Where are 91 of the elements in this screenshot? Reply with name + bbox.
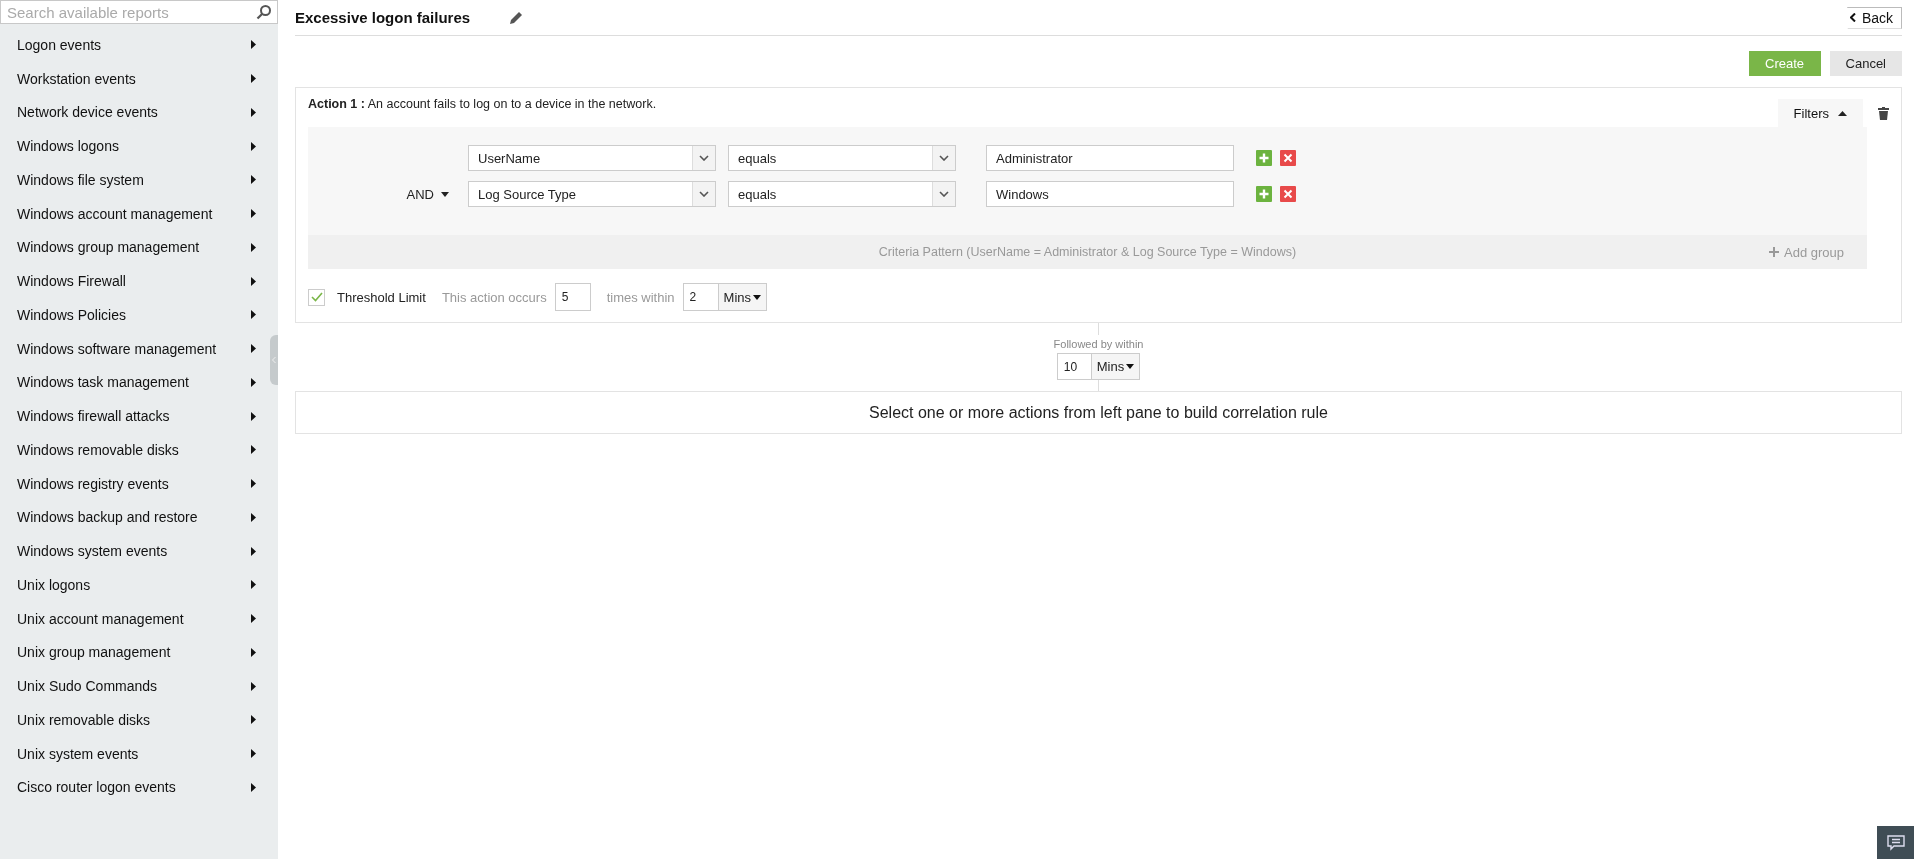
- caret-right-icon: [251, 580, 256, 590]
- caret-right-icon: [251, 344, 256, 354]
- caret-right-icon: [251, 141, 256, 151]
- sidebar-item[interactable]: Workstation events: [0, 61, 272, 96]
- caret-down-icon: [441, 191, 449, 197]
- duration-field[interactable]: 2: [682, 283, 719, 311]
- chevron-down-icon: [939, 191, 949, 197]
- sidebar-item[interactable]: Windows software management: [0, 331, 272, 366]
- sidebar-item[interactable]: Unix group management: [0, 635, 272, 670]
- count-field[interactable]: 5: [554, 283, 591, 311]
- collapse-handle[interactable]: [270, 335, 278, 385]
- caret-right-icon: [251, 411, 256, 421]
- caret-right-icon: [251, 445, 256, 455]
- caret-right-icon: [251, 647, 256, 657]
- occurs-label: This action occurs: [441, 289, 547, 305]
- within-label: times within: [606, 289, 675, 305]
- caret-right-icon: [251, 715, 256, 725]
- chevron-left-icon: [1849, 13, 1856, 22]
- caret-right-icon: [251, 74, 256, 84]
- caret-right-icon: [251, 175, 256, 185]
- cancel-button[interactable]: Cancel: [1829, 51, 1902, 76]
- caret-right-icon: [251, 614, 256, 624]
- criteria-pattern: Criteria Pattern (UserName = Administrator & Log Source Type = Windows): [878, 245, 1297, 259]
- remove-icon[interactable]: [1280, 150, 1296, 166]
- sidebar-item[interactable]: Unix Sudo Commands: [0, 669, 272, 703]
- sidebar-item[interactable]: Windows firewall attacks: [0, 399, 272, 433]
- caret-right-icon: [251, 377, 256, 387]
- add-icon[interactable]: [1256, 186, 1272, 202]
- caret-right-icon: [251, 782, 256, 792]
- sidebar-item[interactable]: Unix account management: [0, 601, 272, 636]
- chevron-down-icon: [939, 155, 949, 161]
- sidebar-item[interactable]: Unix system events: [0, 736, 272, 771]
- caret-right-icon: [251, 546, 256, 556]
- sidebar-item[interactable]: Logon events: [0, 28, 272, 62]
- caret-down-icon: [753, 294, 761, 300]
- followed-field[interactable]: 10: [1056, 353, 1092, 380]
- sidebar-item[interactable]: Windows Firewall: [0, 264, 272, 298]
- sidebar-item[interactable]: Unix removable disks: [0, 703, 272, 737]
- caret-right-icon: [251, 749, 256, 759]
- sidebar-item[interactable]: Windows registry events: [0, 466, 272, 501]
- join-dropdown[interactable]: AND: [406, 186, 449, 202]
- sidebar-item[interactable]: Windows task management: [0, 365, 272, 400]
- plus-icon: [1769, 247, 1779, 257]
- caret-right-icon: [251, 276, 256, 286]
- threshold-label: Threshold Limit: [337, 289, 426, 305]
- threshold-checkbox[interactable]: [308, 288, 325, 306]
- caret-right-icon: [251, 40, 256, 50]
- sidebar-item[interactable]: Windows Policies: [0, 298, 272, 332]
- operator-dropdown[interactable]: equals: [728, 181, 956, 207]
- chevron-down-icon: [699, 191, 709, 197]
- field-dropdown[interactable]: Log Source Type: [468, 181, 716, 207]
- operator-dropdown[interactable]: equals: [728, 145, 956, 171]
- trash-icon[interactable]: [1878, 107, 1889, 120]
- sidebar-item[interactable]: Cisco router logon events: [0, 770, 272, 805]
- unit-dropdown[interactable]: Mins: [718, 283, 767, 311]
- empty-state-message: Select one or more actions from left pane to build correlation rule: [869, 403, 1328, 422]
- unit-dropdown[interactable]: Mins: [1091, 353, 1141, 380]
- caret-right-icon: [251, 310, 256, 320]
- value-field[interactable]: Administrator: [986, 145, 1234, 171]
- sidebar-item[interactable]: Windows group management: [0, 230, 272, 265]
- caret-up-icon: [1838, 110, 1847, 116]
- followed-label: Followed by within: [1053, 338, 1144, 350]
- field-dropdown[interactable]: UserName: [468, 145, 716, 171]
- sidebar-item[interactable]: Windows logons: [0, 129, 272, 163]
- pencil-icon[interactable]: [510, 11, 524, 24]
- search-field[interactable]: Search available reports: [0, 0, 278, 24]
- filters-tab[interactable]: Filters: [1777, 99, 1863, 127]
- sidebar-item[interactable]: Windows account management: [0, 196, 272, 231]
- caret-right-icon: [251, 479, 256, 489]
- sidebar-item[interactable]: Windows backup and restore: [0, 500, 272, 535]
- chevron-down-icon: [699, 155, 709, 161]
- action-description: Action 1 : An account fails to log on to a device in the network.: [308, 97, 658, 113]
- chat-icon: [1886, 834, 1905, 851]
- sidebar-item[interactable]: Windows system events: [0, 534, 272, 568]
- sidebar-item[interactable]: Windows file system: [0, 163, 272, 197]
- chat-button[interactable]: [1877, 826, 1914, 859]
- caret-right-icon: [251, 512, 256, 522]
- value-field[interactable]: Windows: [986, 181, 1234, 207]
- caret-right-icon: [251, 107, 256, 117]
- caret-right-icon: [251, 242, 256, 252]
- search-icon[interactable]: [256, 4, 272, 20]
- sidebar-item[interactable]: Windows removable disks: [0, 433, 272, 467]
- sidebar-item[interactable]: Network device events: [0, 95, 272, 130]
- caret-right-icon: [251, 681, 256, 691]
- add-icon[interactable]: [1256, 150, 1272, 166]
- check-icon: [310, 292, 323, 302]
- sidebar-item[interactable]: Unix logons: [0, 568, 272, 602]
- caret-right-icon: [251, 209, 256, 219]
- remove-icon[interactable]: [1280, 186, 1296, 202]
- page-title: Excessive logon failures: [295, 9, 471, 26]
- caret-down-icon: [1126, 364, 1135, 369]
